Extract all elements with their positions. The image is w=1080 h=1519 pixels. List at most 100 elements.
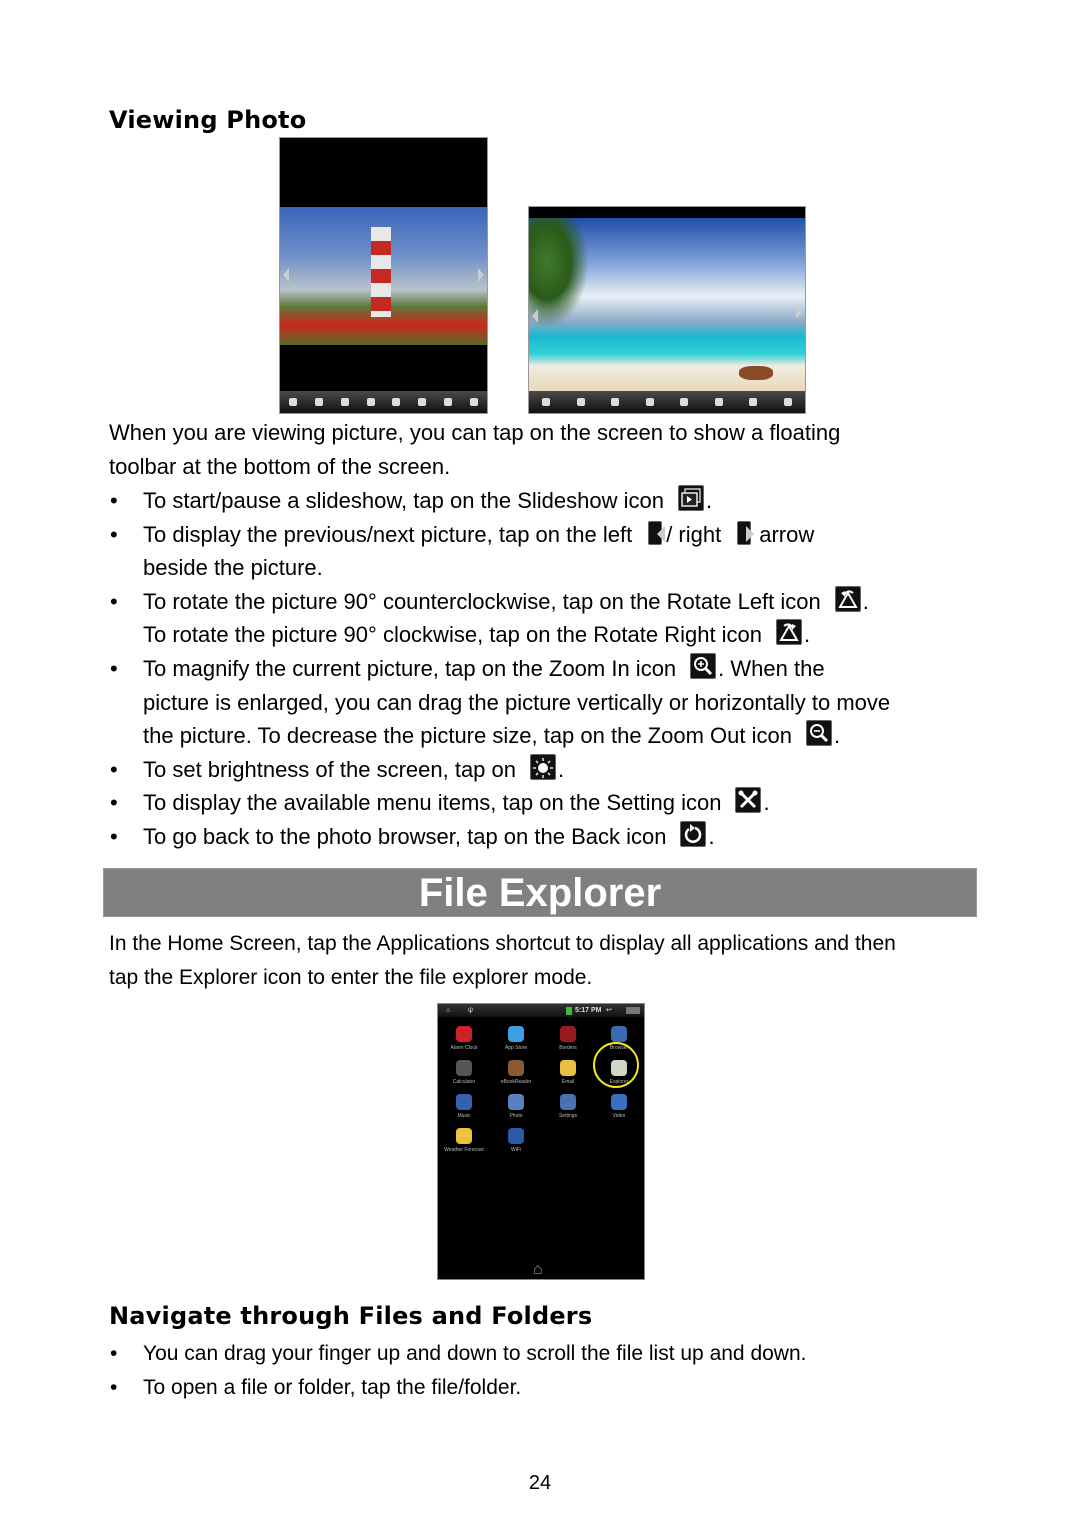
rotate-right-icon	[776, 619, 803, 646]
status-bar: ⌂ ψ 5:17 PM ↩	[438, 1004, 644, 1017]
usb-icon: ψ	[468, 1007, 473, 1014]
app-alarm-clock[interactable]: Alarm Clock	[438, 1026, 490, 1051]
app-label: Photo	[509, 1113, 523, 1119]
page-number: 24	[528, 1472, 552, 1494]
app-settings[interactable]: Settings	[542, 1094, 594, 1119]
browser-icon	[611, 1026, 627, 1042]
text-segment: / right	[666, 521, 722, 547]
app-store-icon	[508, 1026, 524, 1042]
bullet: •	[110, 824, 118, 849]
text-segment: beside the picture.	[143, 555, 323, 581]
bullet-text: the picture. To decrease the picture siz…	[143, 719, 840, 753]
next-arrow-icon[interactable]	[478, 268, 484, 282]
bullet: •	[110, 1376, 118, 1399]
setting-icon	[735, 787, 762, 814]
app-photo[interactable]: Photo	[490, 1094, 542, 1119]
photo-viewer-landscape-screenshot	[528, 206, 806, 414]
app-label: App Store	[504, 1045, 528, 1051]
rotate-right-icon[interactable]	[340, 398, 349, 406]
slideshow-icon[interactable]	[714, 398, 723, 406]
app-email[interactable]: Email	[542, 1060, 594, 1085]
left-arrow-icon	[648, 520, 666, 545]
bullet: •	[110, 656, 118, 681]
section-heading-viewing-photo: Viewing Photo	[109, 106, 307, 134]
back-icon[interactable]	[783, 398, 792, 406]
rotate-left-icon[interactable]	[366, 398, 375, 406]
bullet: •	[110, 756, 118, 782]
prev-arrow-icon[interactable]	[283, 268, 289, 282]
app-music[interactable]: Music	[438, 1094, 490, 1119]
photo-viewer-portrait-screenshot	[279, 137, 488, 414]
next-arrow-icon[interactable]	[796, 305, 802, 319]
back-icon	[680, 821, 707, 847]
text-segment: To start/pause a slideshow, tap on the S…	[143, 488, 664, 513]
ebookreader-icon	[508, 1060, 524, 1076]
setting-icon[interactable]	[749, 398, 758, 406]
prev-arrow-icon[interactable]	[532, 309, 538, 323]
bullet-text: You can drag your finger up and down to …	[143, 1342, 807, 1365]
zoom-in-icon	[690, 653, 717, 679]
email-icon	[560, 1060, 576, 1076]
app-video[interactable]: Video	[593, 1094, 645, 1119]
slideshow-icon	[678, 485, 704, 511]
menu-icon[interactable]	[626, 1007, 640, 1014]
app-app-store[interactable]: App Store	[490, 1026, 542, 1051]
app-calculator[interactable]: Calculator	[438, 1060, 490, 1085]
explorer-highlight-circle	[593, 1042, 639, 1088]
app-borders[interactable]: Borders	[542, 1026, 594, 1051]
video-icon	[611, 1094, 627, 1110]
floating-toolbar	[280, 391, 487, 413]
zoom-out-icon[interactable]	[314, 398, 323, 406]
zoom-out-icon[interactable]	[576, 398, 585, 406]
bullet-text: To magnify the current picture, tap on t…	[143, 652, 825, 686]
setting-icon[interactable]	[444, 398, 453, 406]
app-label: eBookReader	[500, 1079, 532, 1085]
palm-leaf	[529, 218, 589, 328]
back-nav-icon[interactable]: ↩	[606, 1004, 612, 1017]
rotate-left-icon[interactable]	[645, 398, 654, 406]
rotate-right-icon[interactable]	[611, 398, 620, 406]
bullet-text: To display the previous/next picture, ta…	[143, 518, 814, 552]
bullet: •	[110, 790, 118, 816]
text-segment: picture is enlarged, you can drag the pi…	[143, 689, 891, 715]
weather-forecast-icon	[456, 1128, 472, 1144]
bullet-text: To rotate the picture 90° counterclockwi…	[143, 585, 869, 619]
app-ebookreader[interactable]: eBookReader	[490, 1060, 542, 1085]
photo-icon	[508, 1094, 524, 1110]
brightness-icon[interactable]	[392, 398, 401, 406]
slideshow-icon[interactable]	[418, 398, 427, 406]
app-label: Calculator	[452, 1079, 476, 1085]
zoom-out-icon	[805, 720, 832, 747]
lighthouse-shape	[371, 227, 391, 317]
app-weather-forecast[interactable]: Weather Forecast	[438, 1128, 490, 1153]
text-segment: .	[708, 824, 715, 849]
home-button-icon[interactable]: ⌂	[533, 1262, 543, 1278]
app-wifi[interactable]: WiFi	[490, 1128, 542, 1153]
app-label: Music	[457, 1113, 471, 1119]
app-label: Email	[561, 1079, 575, 1085]
floating-toolbar	[529, 391, 805, 413]
lighthouse-photo	[280, 207, 487, 345]
app-label: Settings	[558, 1113, 578, 1119]
text-segment: .	[862, 588, 869, 614]
text-segment: To go back to the photo browser, tap on …	[143, 824, 667, 849]
text-segment: .	[833, 723, 841, 749]
music-icon	[456, 1094, 472, 1110]
text-segment: . When the	[718, 656, 825, 681]
app-label: WiFi	[511, 1147, 521, 1153]
intro-line: toolbar at the bottom of the screen.	[109, 454, 451, 479]
back-icon[interactable]	[470, 398, 479, 406]
battery-icon	[566, 1007, 572, 1015]
home-status-icon: ⌂	[446, 1007, 451, 1014]
zoom-in-icon[interactable]	[288, 398, 297, 406]
bullet-text: To go back to the photo browser, tap on …	[143, 820, 715, 854]
clock: 5:17 PM	[575, 1007, 602, 1014]
bullet-text: picture is enlarged, you can drag the pi…	[143, 686, 890, 720]
wifi-icon	[508, 1128, 524, 1144]
text-segment: To rotate the picture 90° clockwise, tap…	[143, 622, 763, 648]
viewing-photo-intro: When you are viewing picture, you can ta…	[109, 416, 840, 484]
zoom-in-icon[interactable]	[542, 398, 551, 406]
brightness-icon[interactable]	[680, 398, 689, 406]
text-segment: To magnify the current picture, tap on t…	[143, 656, 677, 681]
bullet-text: To rotate the picture 90° clockwise, tap…	[143, 618, 810, 652]
